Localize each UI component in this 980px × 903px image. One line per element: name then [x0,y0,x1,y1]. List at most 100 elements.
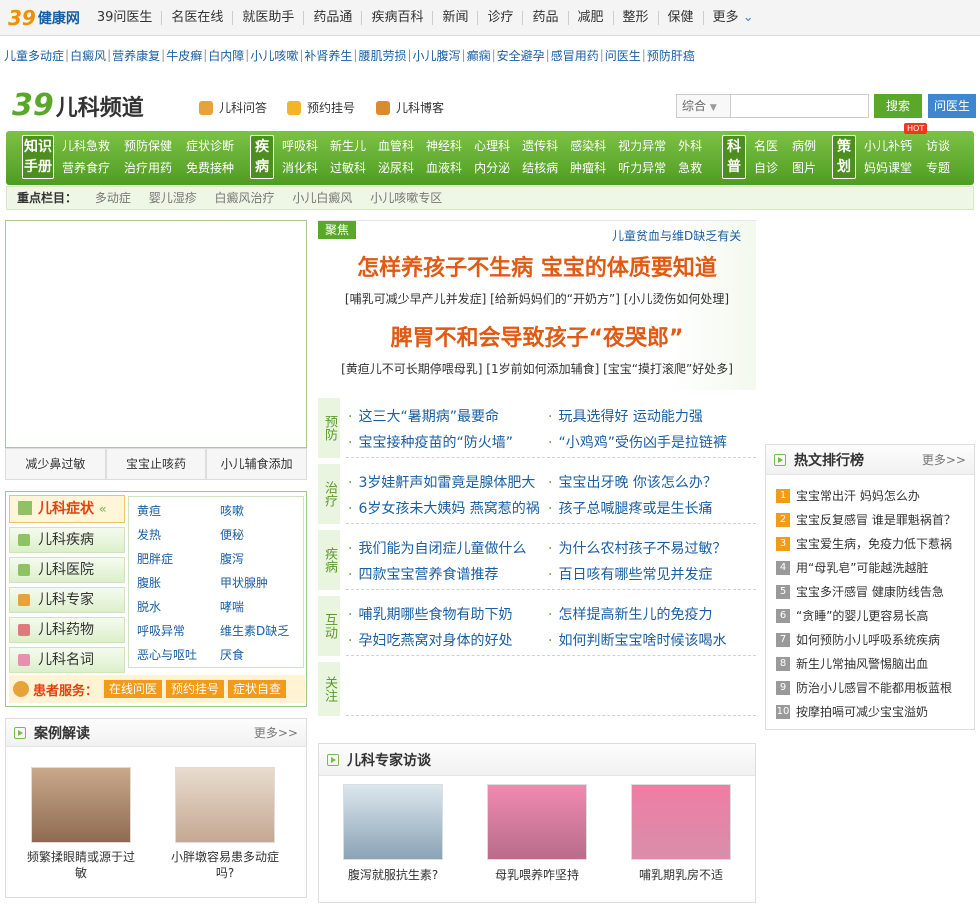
focus-top-link[interactable]: 儿童贫血与维D缺乏有关 [612,227,741,244]
focus-sublinks-2[interactable]: [黄疸儿不可长期停喂母乳] [1岁前如何添加辅食] [宝宝“摸打滚爬”好处多] [318,360,756,377]
nav-item[interactable]: 就医助手 [232,10,303,25]
nav-item[interactable]: 保健 [657,10,703,25]
expert-image[interactable] [487,784,587,860]
symptom-link[interactable]: 发热 [137,526,220,550]
case-caption[interactable]: 频繁揉眼睛或源于过敏 [24,849,138,881]
key-section-link[interactable]: 多动症 [95,191,131,205]
cases-more-link[interactable]: 更多>> [254,724,298,741]
symptom-link[interactable]: 肥胖症 [137,550,220,574]
nav-link[interactable]: 新生儿 [330,135,366,157]
symptoms-head[interactable]: 儿科症状 « [9,495,125,523]
news-link[interactable]: 我们能为自闭症儿童做什么 [348,538,526,558]
nav-item[interactable]: 诊疗 [477,10,522,25]
hot-topic-link[interactable]: 营养康复 [112,47,160,64]
news-link[interactable]: 百日咳有哪些常见并发症 [548,564,712,584]
news-link[interactable]: 如何判断宝宝啥时候该喝水 [548,630,726,650]
hot-topic-link[interactable]: 白癜风 [70,47,106,64]
header-link-qa[interactable]: 儿科问答 [199,99,267,116]
focus-headline-2[interactable]: 脾胃不和会导致孩子“夜哭郎” [318,320,756,352]
hot-topic-link[interactable]: 预防肝癌 [647,47,695,64]
key-section-link[interactable]: 小儿咳嗽专区 [370,191,442,205]
news-link[interactable]: 这三大“暑期病”最要命 [348,406,499,426]
hot-article-item[interactable]: 10 按摩拍嗝可减少宝宝溢奶 [776,703,928,720]
channel-logo[interactable]: 39 儿科频道 [12,88,144,123]
nav-link[interactable]: 外科 [678,135,702,157]
news-link[interactable]: 玩具选得好 运动能力强 [548,406,702,426]
slideshow-tab[interactable]: 宝宝止咳药 [105,448,207,480]
symptom-link[interactable]: 恶心与呕吐 [137,646,220,670]
news-link[interactable]: 怎样提高新生儿的免疫力 [548,604,712,624]
nav-link[interactable]: 血管科 [378,135,414,157]
nav-link[interactable]: 泌尿科 [378,157,414,179]
expert-caption[interactable]: 母乳喂养咋坚持 [477,867,597,883]
service-online-consult[interactable]: 在线问医 [104,680,163,698]
symptom-link[interactable]: 哮喘 [220,598,303,622]
ask-doctor-button[interactable]: 问医生 [928,94,976,118]
nav-link[interactable]: 营养食疗 [62,157,110,179]
nav-link[interactable]: 神经科 [426,135,462,157]
search-category-select[interactable]: 综合 ▼ [676,94,731,118]
nav-link[interactable]: 名医 [754,135,778,157]
search-input[interactable] [731,94,869,118]
symptom-link[interactable]: 黄疸 [137,502,220,526]
header-link-appointment[interactable]: 预约挂号 [287,99,355,116]
nav-link[interactable]: 遗传科 [522,135,558,157]
nav-link[interactable]: 消化科 [282,157,318,179]
nav-block-tag[interactable]: 科普 [722,135,746,179]
hot-more-link[interactable]: 更多>> [922,451,966,468]
hot-topic-link[interactable]: 腰肌劳损 [358,47,406,64]
expert-caption[interactable]: 腹泻就服抗生素? [333,867,453,883]
case-caption[interactable]: 小胖墩容易患多动症吗? [168,849,282,881]
site-logo[interactable]: 39 健康网 [8,6,80,30]
hot-topic-link[interactable]: 感冒用药 [551,47,599,64]
header-link-blog[interactable]: 儿科博客 [376,99,444,116]
symptom-link[interactable]: 脱水 [137,598,220,622]
focus-headline-1[interactable]: 怎样养孩子不生病 宝宝的体质要知道 [318,250,756,282]
menu-terms[interactable]: 儿科名词 [9,647,125,673]
service-self-check[interactable]: 症状自查 [228,680,287,698]
hot-article-item[interactable]: 9 防治小儿感冒不能都用板蓝根 [776,679,952,696]
symptom-link[interactable]: 便秘 [220,526,303,550]
nav-block-tag[interactable]: 疾病 [250,135,274,179]
nav-link[interactable]: 妈妈课堂 [864,157,912,179]
nav-link[interactable]: 视力异常 [618,135,666,157]
symptom-link[interactable]: 维生素D缺乏 [220,622,303,646]
nav-link[interactable]: 心理科 [474,135,510,157]
nav-link[interactable]: 自诊 [754,157,778,179]
hot-topic-link[interactable]: 儿童多动症 [4,47,64,64]
slideshow-tab[interactable]: 减少鼻过敏 [5,448,106,480]
menu-drug[interactable]: 儿科药物 [9,617,125,643]
nav-link[interactable]: 小儿补钙 [864,135,912,157]
hot-article-item[interactable]: 6 “贪睡”的婴儿更容易长高 [776,607,928,624]
news-link[interactable]: 宝宝接种疫苗的“防火墙” [348,432,513,452]
nav-link[interactable]: 急救 [678,157,702,179]
news-link[interactable]: 四款宝宝营养食谱推荐 [348,564,498,584]
menu-hospital[interactable]: 儿科医院 [9,557,125,583]
nav-more[interactable]: 更多 ⌄ [702,10,763,25]
news-link[interactable]: 3岁娃鼾声如雷竟是腺体肥大 [348,472,535,492]
news-link[interactable]: “小鸡鸡”受伤凶手是拉链裤 [548,432,727,452]
nav-item[interactable]: 整形 [612,10,658,25]
nav-item[interactable]: 药品 [522,10,567,25]
nav-link[interactable]: 结核病 [522,157,558,179]
nav-link[interactable]: 听力异常 [618,157,666,179]
hot-topic-link[interactable]: 小儿腹泻 [413,47,461,64]
symptom-link[interactable]: 腹胀 [137,574,220,598]
nav-item[interactable]: 疾病百科 [361,10,432,25]
nav-block-tag[interactable]: 知识手册 [22,135,54,179]
expert-image[interactable] [631,784,731,860]
news-link[interactable]: 为什么农村孩子不易过敏？ [548,538,726,558]
case-image[interactable] [175,767,275,843]
hot-topic-link[interactable]: 补肾养生 [304,47,352,64]
hot-topic-link[interactable]: 牛皮癣 [166,47,202,64]
nav-link[interactable]: 内分泌 [474,157,510,179]
key-section-link[interactable]: 小儿白癜风 [292,191,352,205]
nav-link[interactable]: 专题 [926,157,950,179]
nav-link[interactable]: 肿瘤科 [570,157,606,179]
nav-link[interactable]: 血液科 [426,157,462,179]
focus-sublinks-1[interactable]: [哺乳可减少早产儿并发症] [给新妈妈们的“开奶方”] [小儿烫伤如何处理] [318,290,756,307]
key-section-link[interactable]: 婴儿湿疹 [149,191,197,205]
symptom-link[interactable]: 甲状腺肿 [220,574,303,598]
hot-topic-link[interactable]: 小儿咳嗽 [250,47,298,64]
hot-topic-link[interactable]: 安全避孕 [497,47,545,64]
